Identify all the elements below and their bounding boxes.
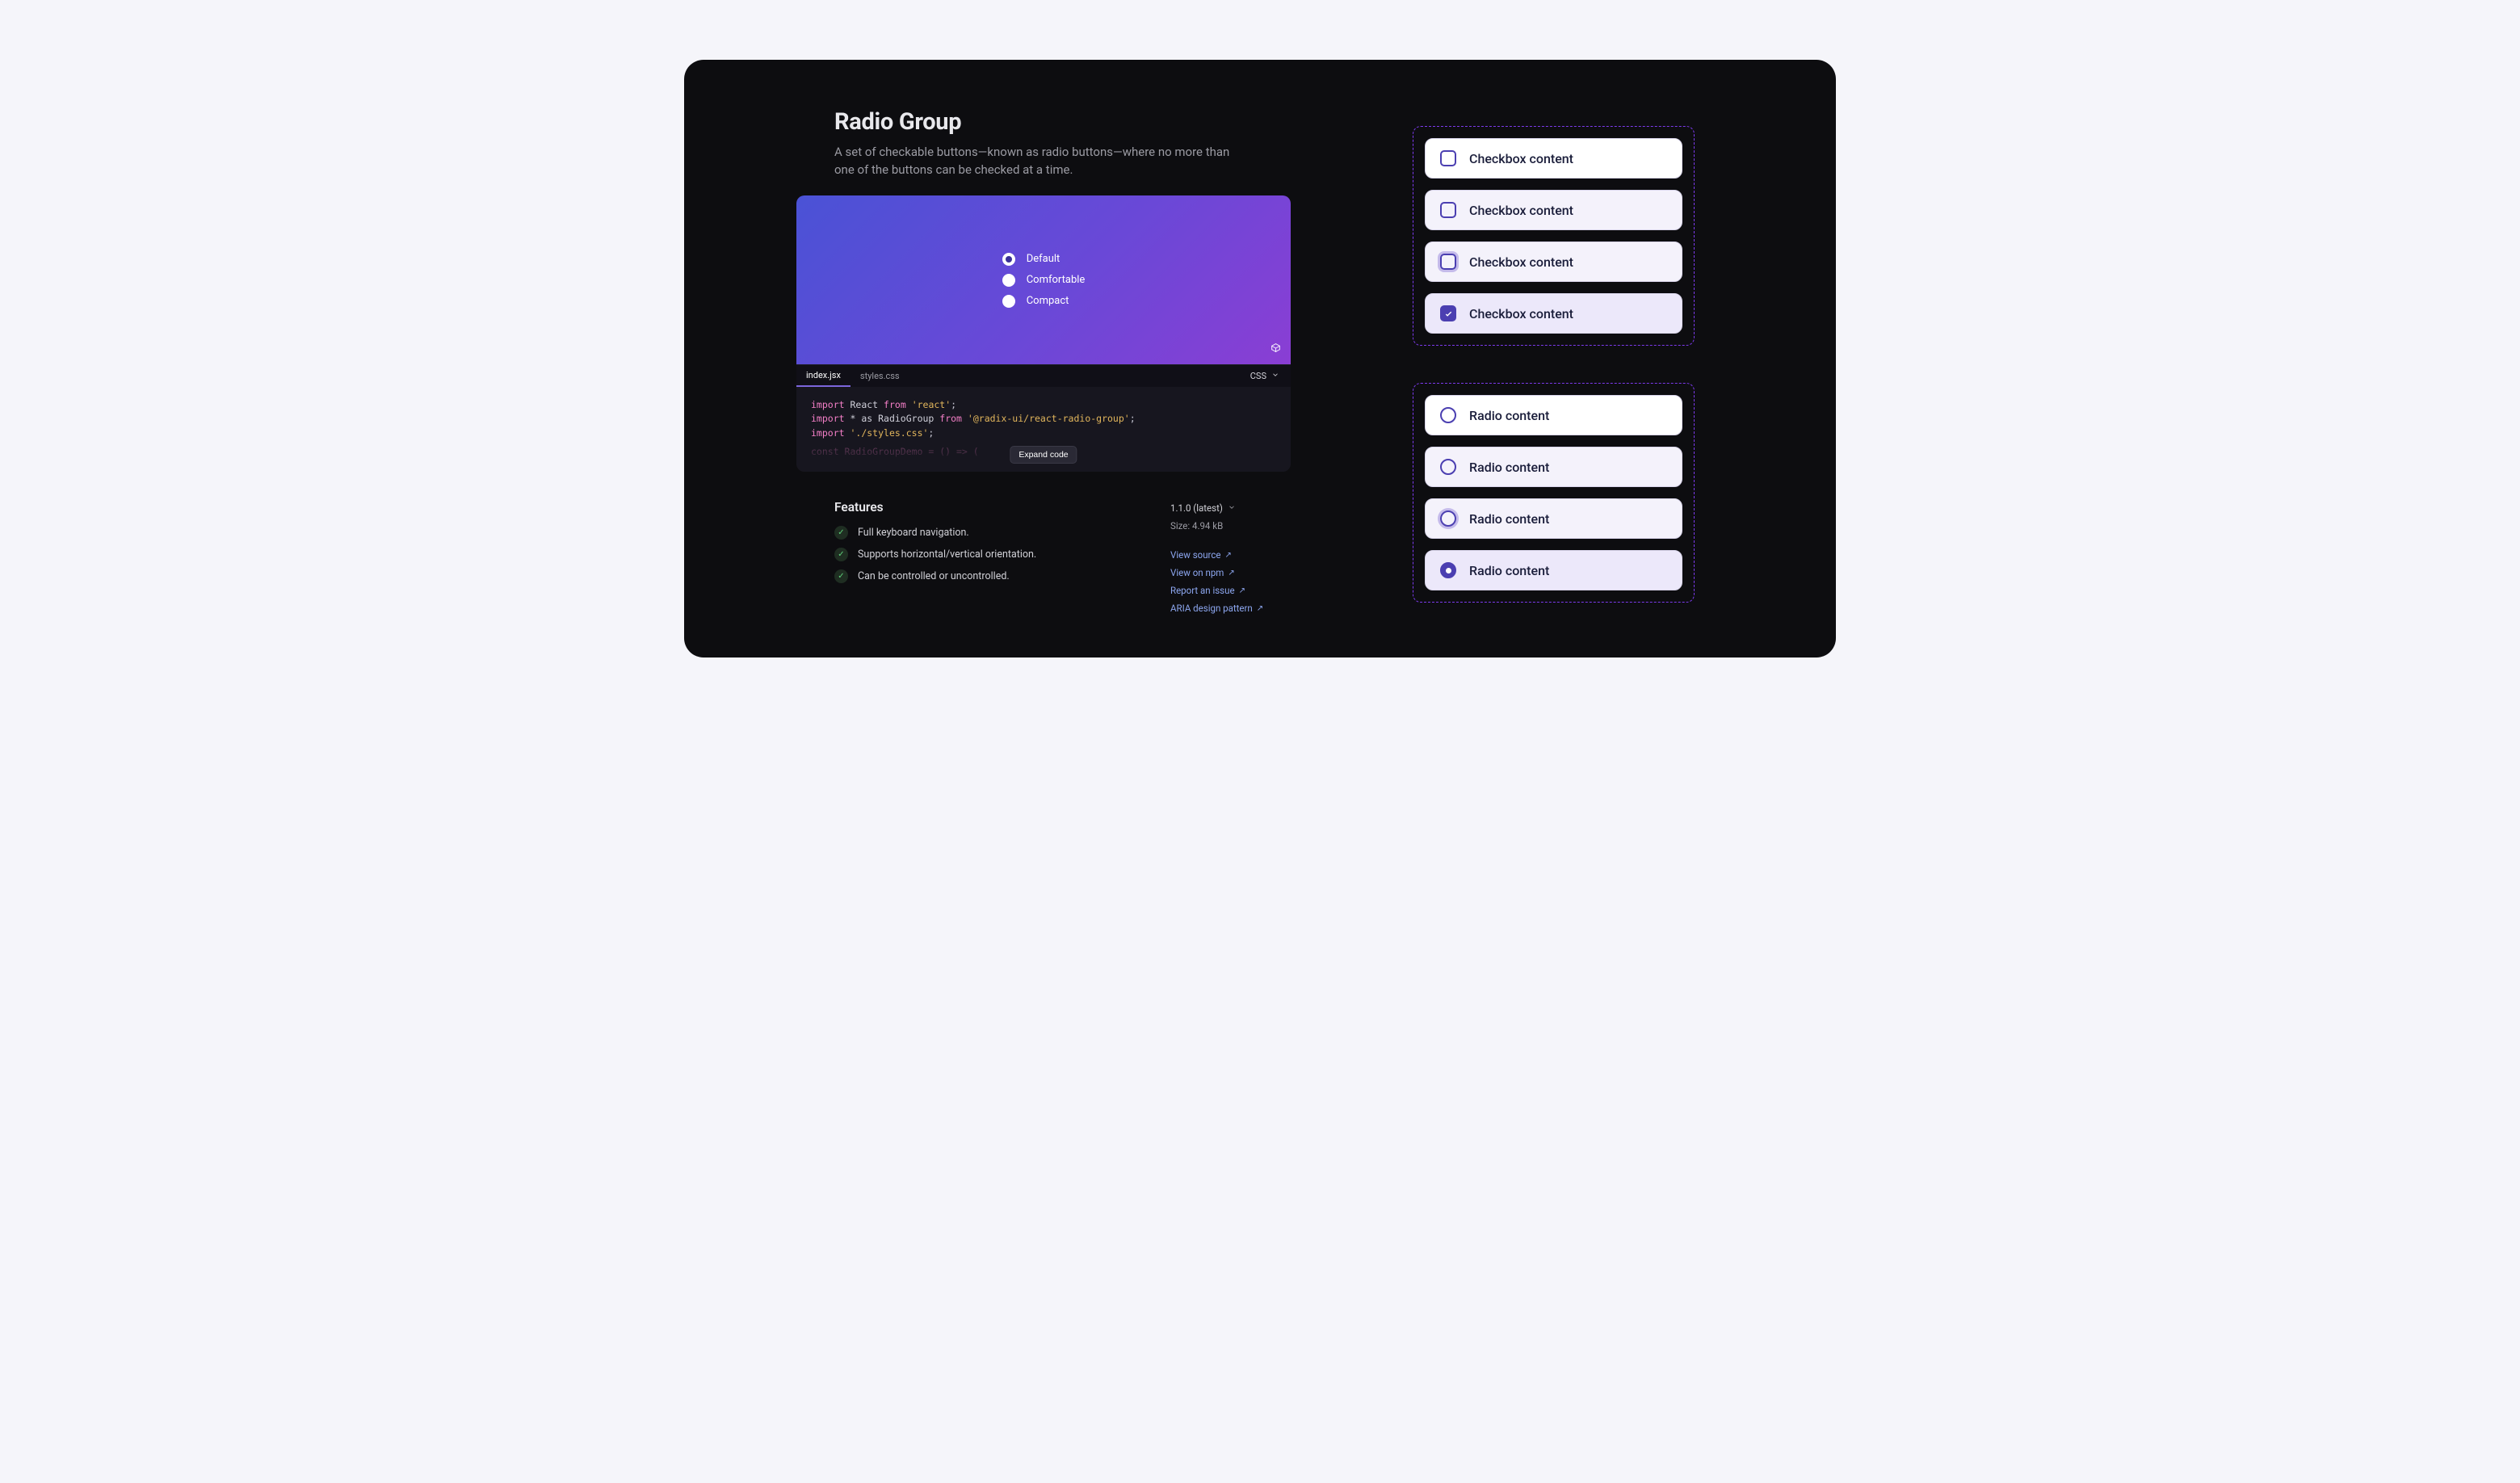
checkbox-label: Checkbox content bbox=[1469, 151, 1573, 166]
expand-code-button[interactable]: Expand code bbox=[1010, 446, 1077, 464]
radio-icon bbox=[1440, 459, 1456, 475]
checkbox-states-preview: Checkbox content Checkbox content Checkb… bbox=[1413, 126, 1695, 346]
check-icon: ✓ bbox=[834, 548, 848, 561]
radio-states-preview: Radio content Radio content Radio conten… bbox=[1413, 383, 1695, 603]
radio-indicator-icon bbox=[1002, 295, 1015, 308]
radio-card-hover[interactable]: Radio content bbox=[1425, 447, 1682, 487]
code-block: import React from 'react'; import * as R… bbox=[796, 387, 1291, 472]
radio-option[interactable]: Comfortable bbox=[1002, 274, 1086, 287]
external-link-icon: ↗ bbox=[1228, 569, 1234, 578]
radio-indicator-icon bbox=[1002, 253, 1015, 266]
radio-card-focus[interactable]: Radio content bbox=[1425, 498, 1682, 539]
feature-item: ✓ Supports horizontal/vertical orientati… bbox=[834, 548, 1101, 561]
tab-styles-css[interactable]: styles.css bbox=[850, 365, 909, 387]
checkbox-card-default[interactable]: Checkbox content bbox=[1425, 138, 1682, 179]
feature-item: ✓ Full keyboard navigation. bbox=[834, 526, 1101, 540]
link-view-source[interactable]: View source↗ bbox=[1170, 549, 1292, 561]
checkbox-icon bbox=[1440, 254, 1456, 270]
radio-option-label: Compact bbox=[1027, 295, 1069, 307]
chevron-down-icon bbox=[1228, 502, 1236, 514]
component-demo-hero: Default Comfortable Compact bbox=[796, 195, 1291, 364]
radio-icon bbox=[1440, 407, 1456, 423]
codesandbox-icon[interactable] bbox=[1270, 341, 1281, 356]
radio-indicator-icon bbox=[1002, 274, 1015, 287]
checkbox-label: Checkbox content bbox=[1469, 306, 1573, 321]
code-tabs: index.jsx styles.css CSS bbox=[796, 364, 1291, 387]
checkbox-icon bbox=[1440, 150, 1456, 166]
radio-option-label: Default bbox=[1027, 253, 1060, 265]
check-icon: ✓ bbox=[834, 526, 848, 540]
docs-header: Radio Group A set of checkable buttons—k… bbox=[834, 108, 1292, 179]
radio-label: Radio content bbox=[1469, 511, 1549, 527]
checkbox-icon bbox=[1440, 202, 1456, 218]
language-select-label: CSS bbox=[1250, 371, 1266, 381]
external-link-icon: ↗ bbox=[1224, 551, 1231, 560]
radio-label: Radio content bbox=[1469, 408, 1549, 423]
checkbox-card-checked[interactable]: Checkbox content bbox=[1425, 293, 1682, 334]
version-select[interactable]: 1.1.0 (latest) bbox=[1170, 502, 1292, 514]
radio-checked-icon bbox=[1440, 562, 1456, 578]
features-heading: Features bbox=[834, 500, 1101, 515]
chevron-down-icon bbox=[1271, 371, 1279, 381]
external-link-icon: ↗ bbox=[1239, 586, 1245, 595]
page-title: Radio Group bbox=[834, 108, 1292, 136]
radio-icon bbox=[1440, 510, 1456, 527]
checkbox-card-hover[interactable]: Checkbox content bbox=[1425, 190, 1682, 230]
tab-index-jsx[interactable]: index.jsx bbox=[796, 365, 850, 387]
link-aria-pattern[interactable]: ARIA design pattern↗ bbox=[1170, 603, 1292, 614]
radio-option[interactable]: Compact bbox=[1002, 295, 1086, 308]
radio-card-default[interactable]: Radio content bbox=[1425, 395, 1682, 435]
radio-option[interactable]: Default bbox=[1002, 253, 1086, 266]
link-report-issue[interactable]: Report an issue↗ bbox=[1170, 585, 1292, 596]
radio-option-label: Comfortable bbox=[1027, 274, 1086, 286]
radio-label: Radio content bbox=[1469, 460, 1549, 475]
feature-item: ✓ Can be controlled or uncontrolled. bbox=[834, 569, 1101, 583]
checkbox-checked-icon bbox=[1440, 305, 1456, 321]
radio-label: Radio content bbox=[1469, 563, 1549, 578]
check-icon: ✓ bbox=[834, 569, 848, 583]
dark-panel: Radio Group A set of checkable buttons—k… bbox=[684, 60, 1836, 657]
checkbox-card-focus[interactable]: Checkbox content bbox=[1425, 242, 1682, 282]
package-meta: 1.1.0 (latest) Size: 4.94 kB View source… bbox=[1170, 502, 1292, 614]
external-link-icon: ↗ bbox=[1257, 604, 1263, 613]
radio-card-checked[interactable]: Radio content bbox=[1425, 550, 1682, 590]
page-subtitle: A set of checkable buttons—known as radi… bbox=[834, 144, 1238, 179]
features-section: Features ✓ Full keyboard navigation. ✓ S… bbox=[834, 500, 1101, 583]
checkbox-label: Checkbox content bbox=[1469, 203, 1573, 218]
package-size: Size: 4.94 kB bbox=[1170, 520, 1292, 531]
checkbox-label: Checkbox content bbox=[1469, 254, 1573, 270]
language-select[interactable]: CSS bbox=[1239, 365, 1291, 387]
link-view-npm[interactable]: View on npm↗ bbox=[1170, 567, 1292, 578]
radio-group-demo[interactable]: Default Comfortable Compact bbox=[1002, 253, 1086, 308]
